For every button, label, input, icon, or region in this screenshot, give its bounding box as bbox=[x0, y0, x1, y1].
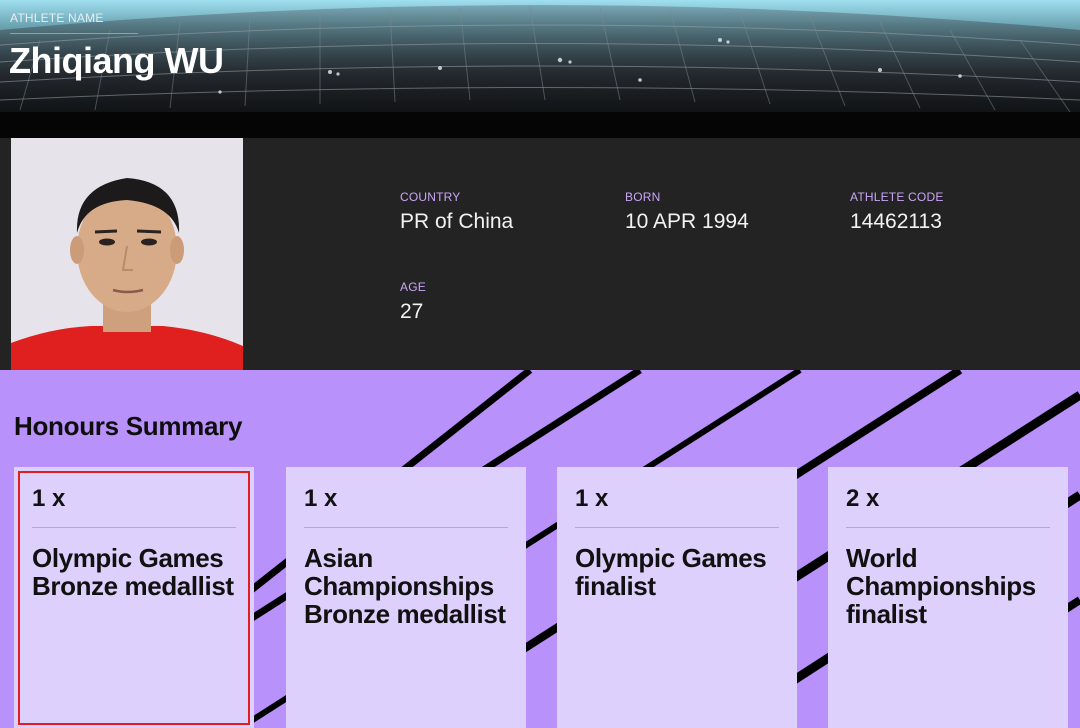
profile-panel: COUNTRY PR of China BORN 10 APR 1994 ATH… bbox=[0, 138, 1080, 370]
athlete-code-label: ATHLETE CODE bbox=[850, 190, 944, 204]
honour-card[interactable]: 1 x Olympic Games finalist bbox=[557, 467, 797, 728]
honour-title: Olympic Games finalist bbox=[575, 543, 767, 601]
honour-count: 1 x bbox=[304, 485, 338, 512]
athlete-code-field: ATHLETE CODE 14462113 bbox=[850, 190, 944, 234]
age-value: 27 bbox=[400, 300, 424, 323]
athlete-profile-page: ATHLETE NAME Zhiqiang WU COUNTRY PR of C… bbox=[0, 0, 1080, 728]
honours-section: Honours Summary 1 x Olympic Games Bronze… bbox=[0, 370, 1080, 728]
athlete-code-value: 14462113 bbox=[850, 210, 942, 233]
honour-card[interactable]: 2 x World Championships finalist bbox=[828, 467, 1068, 728]
athlete-photo bbox=[11, 138, 243, 370]
honour-title: Asian Championships Bronze medallist bbox=[304, 543, 506, 629]
born-value: 10 APR 1994 bbox=[625, 210, 749, 233]
athlete-name-label: ATHLETE NAME bbox=[10, 11, 104, 25]
honour-title: Olympic Games Bronze medallist bbox=[32, 543, 234, 601]
honour-count: 1 x bbox=[575, 485, 609, 512]
honour-count: 2 x bbox=[846, 485, 880, 512]
athlete-name: Zhiqiang WU bbox=[9, 40, 224, 81]
hero-banner: ATHLETE NAME Zhiqiang WU bbox=[0, 0, 1080, 138]
age-field: AGE 27 bbox=[400, 280, 426, 324]
country-value: PR of China bbox=[400, 210, 514, 233]
header-divider bbox=[10, 33, 138, 34]
country-field: COUNTRY PR of China bbox=[400, 190, 513, 234]
honour-card[interactable]: 1 x Asian Championships Bronze medallist bbox=[286, 467, 526, 728]
born-field: BORN 10 APR 1994 bbox=[625, 190, 749, 234]
honour-count: 1 x bbox=[32, 485, 66, 512]
card-divider bbox=[846, 527, 1050, 528]
age-label: AGE bbox=[400, 280, 426, 294]
honours-summary-title: Honours Summary bbox=[14, 411, 243, 441]
card-divider bbox=[575, 527, 779, 528]
card-divider bbox=[304, 527, 508, 528]
born-label: BORN bbox=[625, 190, 661, 204]
country-label: COUNTRY bbox=[400, 190, 461, 204]
honour-card[interactable]: 1 x Olympic Games Bronze medallist bbox=[14, 467, 254, 728]
card-divider bbox=[32, 527, 236, 528]
honour-title: World Championships finalist bbox=[846, 543, 1036, 629]
